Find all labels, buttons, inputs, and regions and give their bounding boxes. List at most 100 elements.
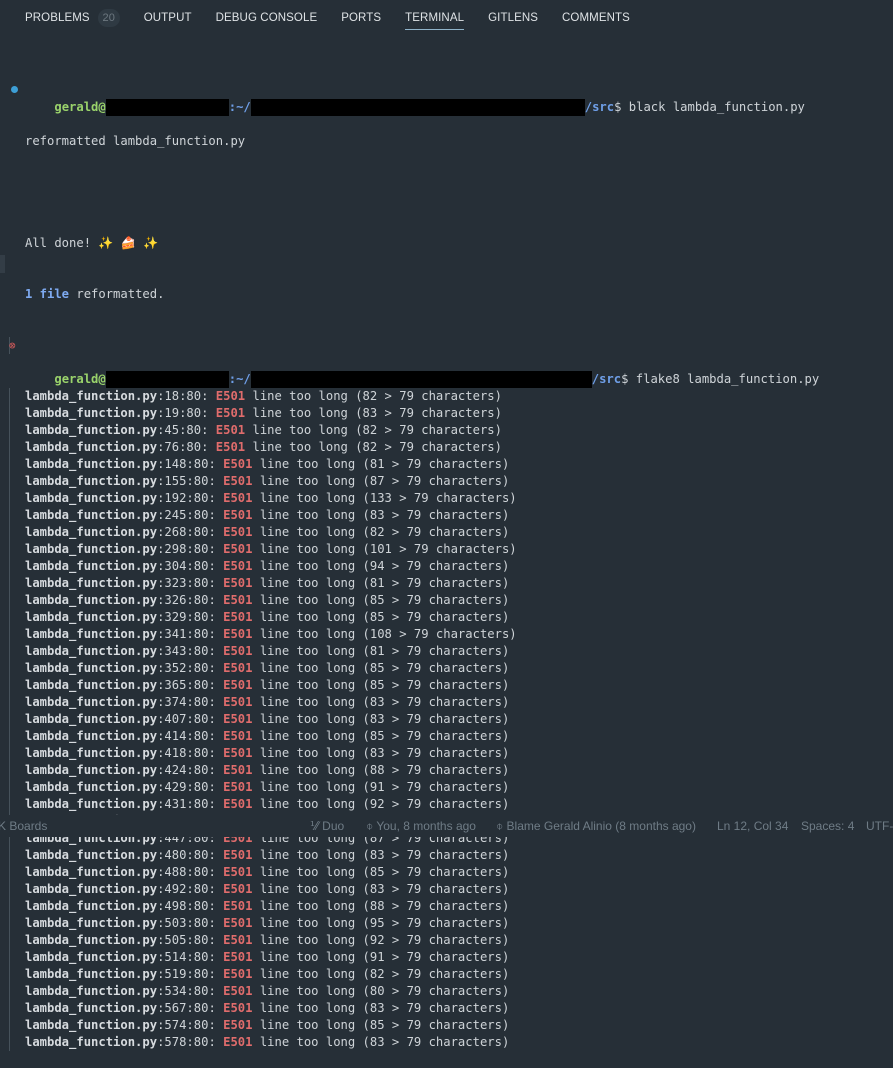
command-success-icon[interactable] xyxy=(11,86,18,93)
error-location: :326:80: xyxy=(157,593,224,607)
error-line: lambda_function.py:19:80: E501 line too … xyxy=(0,405,893,422)
error-file: lambda_function.py xyxy=(25,542,158,556)
blame-label: Blame Gerald Alinio (8 months ago) xyxy=(506,819,696,833)
error-location: :268:80: xyxy=(157,525,224,539)
error-location: :407:80: xyxy=(157,712,224,726)
error-message: line too long (81 > 79 characters) xyxy=(252,457,510,471)
error-file: lambda_function.py xyxy=(25,1001,158,1015)
error-location: :503:80: xyxy=(157,916,224,930)
error-message: line too long (83 > 79 characters) xyxy=(245,406,502,420)
error-code: E501 xyxy=(223,950,253,964)
error-file: lambda_function.py xyxy=(25,525,158,539)
error-code: E501 xyxy=(223,508,253,522)
error-line: lambda_function.py:514:80: E501 line too… xyxy=(0,949,893,966)
prompt-user: gerald@ xyxy=(54,372,106,386)
error-location: :341:80: xyxy=(157,627,224,641)
error-location: :578:80: xyxy=(157,1035,224,1049)
tab-label: PROBLEMS xyxy=(25,12,90,24)
error-code: E501 xyxy=(223,1001,253,1015)
prompt-path-tail: /src xyxy=(591,372,622,386)
error-file: lambda_function.py xyxy=(25,729,158,743)
error-location: :480:80: xyxy=(157,848,224,862)
error-message: line too long (83 > 79 characters) xyxy=(252,848,510,862)
error-message: line too long (82 > 79 characters) xyxy=(245,440,502,454)
error-message: line too long (83 > 79 characters) xyxy=(252,712,510,726)
error-message: line too long (92 > 79 characters) xyxy=(252,933,510,947)
error-message: line too long (81 > 79 characters) xyxy=(252,644,510,658)
tab-label: PORTS xyxy=(341,12,382,24)
error-file: lambda_function.py xyxy=(25,746,158,760)
duo-item[interactable]: ⅟⁄ Duo xyxy=(310,819,344,833)
error-code: E501 xyxy=(223,916,253,930)
error-location: :304:80: xyxy=(157,559,224,573)
error-file: lambda_function.py xyxy=(25,916,158,930)
tab-terminal[interactable]: TERMINAL xyxy=(405,0,465,36)
prompt-dollar: $ xyxy=(621,372,636,386)
error-location: :418:80: xyxy=(157,746,224,760)
error-line: lambda_function.py:341:80: E501 line too… xyxy=(0,626,893,643)
error-message: line too long (91 > 79 characters) xyxy=(252,950,510,964)
error-line: lambda_function.py:323:80: E501 line too… xyxy=(0,575,893,592)
error-code: E501 xyxy=(223,882,253,896)
error-location: :45:80: xyxy=(157,423,216,437)
error-code: E501 xyxy=(215,440,246,454)
prompt-path-tail: /src xyxy=(584,100,615,114)
error-line: lambda_function.py:519:80: E501 line too… xyxy=(0,966,893,983)
error-location: :534:80: xyxy=(157,984,224,998)
error-file: lambda_function.py xyxy=(25,780,158,794)
tab-debug-console[interactable]: DEBUG CONSOLE xyxy=(216,0,318,36)
error-code: E501 xyxy=(223,661,253,675)
error-message: line too long (85 > 79 characters) xyxy=(252,865,510,879)
error-line: lambda_function.py:45:80: E501 line too … xyxy=(0,422,893,439)
error-file: lambda_function.py xyxy=(25,763,158,777)
git-commit-icon: ⌽ xyxy=(496,819,507,833)
error-location: :329:80: xyxy=(157,610,224,624)
author-item[interactable]: ⌽ You, 8 months ago xyxy=(366,819,476,834)
error-message: line too long (88 > 79 characters) xyxy=(252,899,510,913)
error-message: line too long (87 > 79 characters) xyxy=(252,474,510,488)
error-file: lambda_function.py xyxy=(25,610,158,624)
error-line: lambda_function.py:418:80: E501 line too… xyxy=(0,745,893,762)
error-message: line too long (85 > 79 characters) xyxy=(252,678,510,692)
tab-problems[interactable]: PROBLEMS 20 xyxy=(25,0,120,36)
error-file: lambda_function.py xyxy=(25,389,158,403)
error-message: line too long (83 > 79 characters) xyxy=(252,1001,510,1015)
error-line: lambda_function.py:148:80: E501 line too… xyxy=(0,456,893,473)
error-line: lambda_function.py:192:80: E501 line too… xyxy=(0,490,893,507)
error-location: :148:80: xyxy=(157,457,224,471)
encoding[interactable]: UTF-8 xyxy=(866,819,893,833)
indentation[interactable]: Spaces: 4 xyxy=(801,819,854,833)
error-line: lambda_function.py:365:80: E501 line too… xyxy=(0,677,893,694)
error-location: :519:80: xyxy=(157,967,224,981)
error-code: E501 xyxy=(223,678,253,692)
error-code: E501 xyxy=(223,729,253,743)
error-location: :505:80: xyxy=(157,933,224,947)
error-location: :498:80: xyxy=(157,899,224,913)
author-label: You, 8 months ago xyxy=(376,819,476,833)
error-code: E501 xyxy=(223,491,253,505)
error-message: line too long (85 > 79 characters) xyxy=(252,610,510,624)
error-code: E501 xyxy=(223,712,253,726)
error-line: lambda_function.py:352:80: E501 line too… xyxy=(0,660,893,677)
tab-output[interactable]: OUTPUT xyxy=(144,0,192,36)
cursor-position[interactable]: Ln 12, Col 34 xyxy=(717,819,788,833)
prompt-path: :~/ xyxy=(228,372,251,386)
error-message: line too long (85 > 79 characters) xyxy=(252,661,510,675)
error-message: line too long (83 > 79 characters) xyxy=(252,695,510,709)
error-line: lambda_function.py:155:80: E501 line too… xyxy=(0,473,893,490)
prompt-dollar: $ xyxy=(614,100,629,114)
error-file: lambda_function.py xyxy=(25,406,158,420)
command-failed-icon[interactable]: ⊗ xyxy=(9,337,16,354)
terminal-output[interactable]: gerald@:~//src$ black lambda_function.py… xyxy=(0,48,893,1068)
boards-item[interactable]: K Boards xyxy=(0,819,47,833)
tab-gitlens[interactable]: GITLENS xyxy=(488,0,538,36)
tab-ports[interactable]: PORTS xyxy=(341,0,381,36)
error-code: E501 xyxy=(215,389,246,403)
blame-item[interactable]: ⌽ Blame Gerald Alinio (8 months ago) xyxy=(496,819,696,834)
error-line: lambda_function.py:567:80: E501 line too… xyxy=(0,1000,893,1017)
error-code: E501 xyxy=(215,423,246,437)
error-message: line too long (81 > 79 characters) xyxy=(252,576,510,590)
tab-comments[interactable]: COMMENTS xyxy=(562,0,630,36)
error-file: lambda_function.py xyxy=(25,661,158,675)
error-file: lambda_function.py xyxy=(25,865,158,879)
